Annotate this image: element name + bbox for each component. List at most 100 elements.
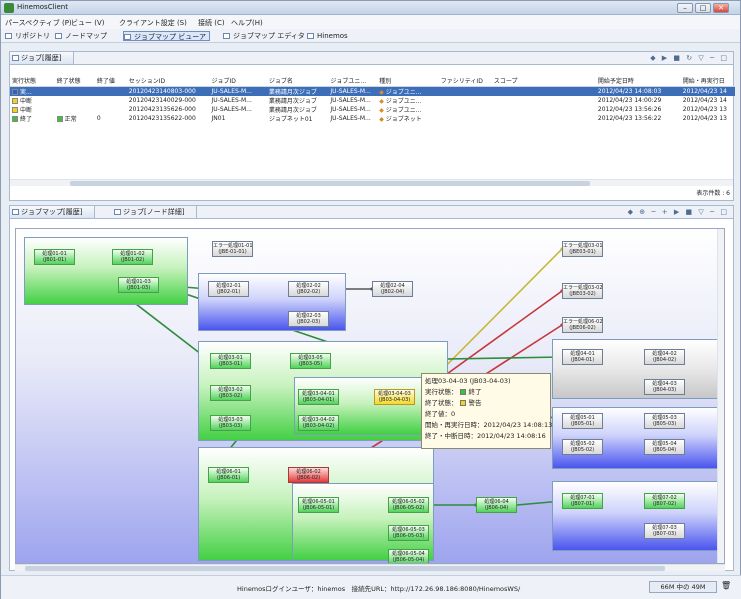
- minimize-button[interactable]: –: [677, 3, 693, 13]
- job-node-id: (JB03-01): [218, 361, 243, 367]
- view-toolbar-icons[interactable]: ◆ ▶ ■ ↻ ▽ ─ □: [650, 54, 729, 63]
- column-header[interactable]: 終了値: [94, 76, 127, 87]
- cell-text: 正常: [64, 115, 77, 123]
- perspective-hinemos[interactable]: Hinemos: [307, 31, 348, 41]
- cell-text: 中断: [20, 106, 33, 114]
- job-node[interactable]: 処理01-02 (JB01-02): [112, 249, 153, 265]
- job-node[interactable]: エラー処理03-02 (JBE03-02): [562, 283, 603, 299]
- column-header[interactable]: セッションID: [126, 76, 210, 87]
- menu-perspective[interactable]: パースペクティブ (P): [5, 18, 72, 28]
- tooltip-title: 処理03-04-03 (JB03-04-03): [425, 377, 511, 385]
- column-header[interactable]: ジョブ名: [266, 76, 329, 87]
- perspective-label: ノードマップ: [65, 32, 107, 40]
- column-header[interactable]: 終了状態: [54, 76, 95, 87]
- table-cell: 中断: [10, 96, 55, 105]
- perspective-jobmap-viewer[interactable]: ジョブマップ ビューア: [123, 31, 210, 41]
- job-node[interactable]: 処理03-05 (JB03-05): [290, 353, 331, 369]
- menu-view[interactable]: ビュー (V): [71, 18, 104, 28]
- job-node-id: (JB06-02): [296, 475, 321, 481]
- job-node[interactable]: 処理03-04-02 (JB03-04-02): [298, 415, 339, 431]
- job-node[interactable]: 処理07-02 (JB07-02): [644, 493, 685, 509]
- map-toolbar-icons[interactable]: ◆ ⊕ ─ + ▶ ■ ▽ ─ □: [628, 208, 729, 217]
- column-header[interactable]: ファシリティID: [438, 76, 492, 87]
- job-node[interactable]: 処理05-03 (JB05-03): [644, 413, 685, 429]
- job-node-id: (JB06-01): [216, 475, 241, 481]
- job-node[interactable]: 処理03-03 (JB03-03): [210, 415, 251, 431]
- perspective-nodemap[interactable]: ノードマップ: [55, 31, 107, 41]
- column-header[interactable]: 実行状態: [10, 76, 55, 87]
- job-node[interactable]: 処理03-04-01 (JB03-04-01): [298, 389, 339, 405]
- job-node-id: (JB03-03): [218, 423, 243, 429]
- table-row[interactable]: 実... 20120423140803-000 JU-SALES-M... 業務請月次…: [10, 86, 735, 96]
- jobnet-group-04[interactable]: [552, 339, 718, 399]
- tab-job-history[interactable]: ジョブ[履歴]: [10, 52, 75, 65]
- cell-text: 20120423135626-000: [128, 105, 196, 113]
- job-node[interactable]: 処理03-01 (JB03-01): [210, 353, 251, 369]
- job-node[interactable]: エラー処理01-01 (JBE-01-01): [212, 241, 253, 257]
- job-node[interactable]: 処理06-05-03 (JB06-05-03): [388, 525, 429, 541]
- jobnet-group-07[interactable]: [552, 481, 718, 551]
- column-header[interactable]: 開始・再実行日: [680, 76, 735, 87]
- table-row[interactable]: 中断 20120423140029-000 JU-SALES-M... 業務請月次ジョ…: [10, 96, 735, 105]
- tab-job-map-history[interactable]: ジョブマップ[履歴]: [10, 206, 96, 219]
- job-node[interactable]: 処理04-02 (JB04-02): [644, 349, 685, 365]
- scrollbar-thumb[interactable]: [25, 566, 665, 571]
- cell-text: 業務請月次ジョブ: [268, 106, 317, 114]
- column-header[interactable]: スコープ: [491, 76, 596, 87]
- job-node[interactable]: 処理05-02 (JB05-02): [562, 439, 603, 455]
- job-node[interactable]: エラー処理06-02 (JBE06-02): [562, 317, 603, 333]
- menu-connect[interactable]: 接続 (C): [198, 18, 225, 28]
- job-map-canvas[interactable]: 処理01-01 (JB01-01) 処理01-02 (JB01-02) 処理01-03(…: [15, 228, 725, 564]
- jobnet-group-01[interactable]: [24, 237, 188, 305]
- job-node[interactable]: 処理02-02 (JB02-02): [288, 281, 329, 297]
- table-row[interactable]: 中断 20120423135626-000 JU-SALES-M... 業務請月次ジョ…: [10, 105, 735, 114]
- scrollbar-thumb[interactable]: [70, 181, 590, 186]
- table-cell: [95, 105, 127, 114]
- job-node[interactable]: 処理03-02 (JB03-02): [210, 385, 251, 401]
- job-node[interactable]: 処理07-03 (JB07-03): [644, 523, 685, 539]
- job-node[interactable]: 処理06-01 (JB06-01): [208, 467, 249, 483]
- job-node[interactable]: 処理06-05-02 (JB06-05-02): [388, 497, 429, 513]
- status-swatch: [12, 106, 18, 113]
- trash-icon[interactable]: 🗑: [721, 581, 731, 593]
- job-node[interactable]: 処理06-05-01 (JB06-05-01): [298, 497, 339, 513]
- job-node[interactable]: 処理06-04 (JB06-04): [476, 497, 517, 513]
- job-node[interactable]: 処理03-04-03 (JB03-04-03): [374, 389, 415, 405]
- table-cell: [439, 114, 492, 123]
- cell-text: JU-SALES-M...: [330, 105, 371, 113]
- cell-text: 2012/04/23 14:00:29: [597, 96, 662, 104]
- job-node[interactable]: 処理01-01 (JB01-01): [34, 249, 75, 265]
- job-node[interactable]: 処理06-02 (JB06-02): [288, 467, 329, 483]
- column-header[interactable]: 開始予定日時: [595, 76, 681, 87]
- table-cell: JU-SALES-M...: [209, 86, 267, 96]
- job-node[interactable]: 処理01-03 (JB01-03): [118, 277, 159, 293]
- column-header[interactable]: ジョブID: [209, 76, 267, 87]
- menu-client-settings[interactable]: クライアント設定 (S): [119, 18, 187, 28]
- table-row[interactable]: 終了 正常 0 20120423135622-000 JN01 ジョブネット01 JU-SA…: [10, 114, 735, 123]
- perspective-jobmap-editor[interactable]: ジョブマップ エディタ: [223, 31, 305, 41]
- vertical-scrollbar[interactable]: [717, 229, 724, 563]
- maximize-button[interactable]: □: [695, 3, 711, 13]
- job-node-id: (JB04-02): [652, 357, 677, 363]
- table-cell: 正常: [55, 114, 95, 123]
- horizontal-scrollbar[interactable]: [10, 179, 733, 186]
- menu-help[interactable]: ヘルプ(H): [231, 18, 263, 28]
- map-horizontal-scrollbar[interactable]: [15, 564, 725, 571]
- job-node[interactable]: 処理06-05-04 (JB06-05-04): [388, 549, 429, 563]
- job-node[interactable]: 処理07-01 (JB07-01): [562, 493, 603, 509]
- job-history-table: 実行状態 終了状態 終了値 セッションID ジョブID ジョブ名 ジョブユニ..…: [10, 76, 735, 123]
- job-node[interactable]: 処理04-01 (JB04-01): [562, 349, 603, 365]
- job-node[interactable]: エラー処理03-01 (JBE03-01): [562, 241, 603, 257]
- job-node[interactable]: 処理02-04 (JB02-04): [372, 281, 413, 297]
- perspective-repository[interactable]: リポジトリ: [5, 31, 50, 41]
- column-header[interactable]: 種別: [377, 76, 439, 87]
- job-node[interactable]: 処理05-01 (JB05-01): [562, 413, 603, 429]
- job-node[interactable]: 処理04-03 (JB04-03): [644, 379, 685, 395]
- tab-job-node-detail[interactable]: ジョブ[ノード詳細]: [112, 206, 198, 219]
- cell-text: 2012/04/23 13: [682, 114, 727, 122]
- job-node[interactable]: 処理05-04 (JB05-04): [644, 439, 685, 455]
- job-node[interactable]: 処理02-01 (JB02-01): [208, 281, 249, 297]
- column-header[interactable]: ジョブユニ...: [328, 76, 378, 87]
- close-button[interactable]: ✕: [713, 3, 729, 13]
- job-node[interactable]: 処理02-03 (JB02-03): [288, 311, 329, 327]
